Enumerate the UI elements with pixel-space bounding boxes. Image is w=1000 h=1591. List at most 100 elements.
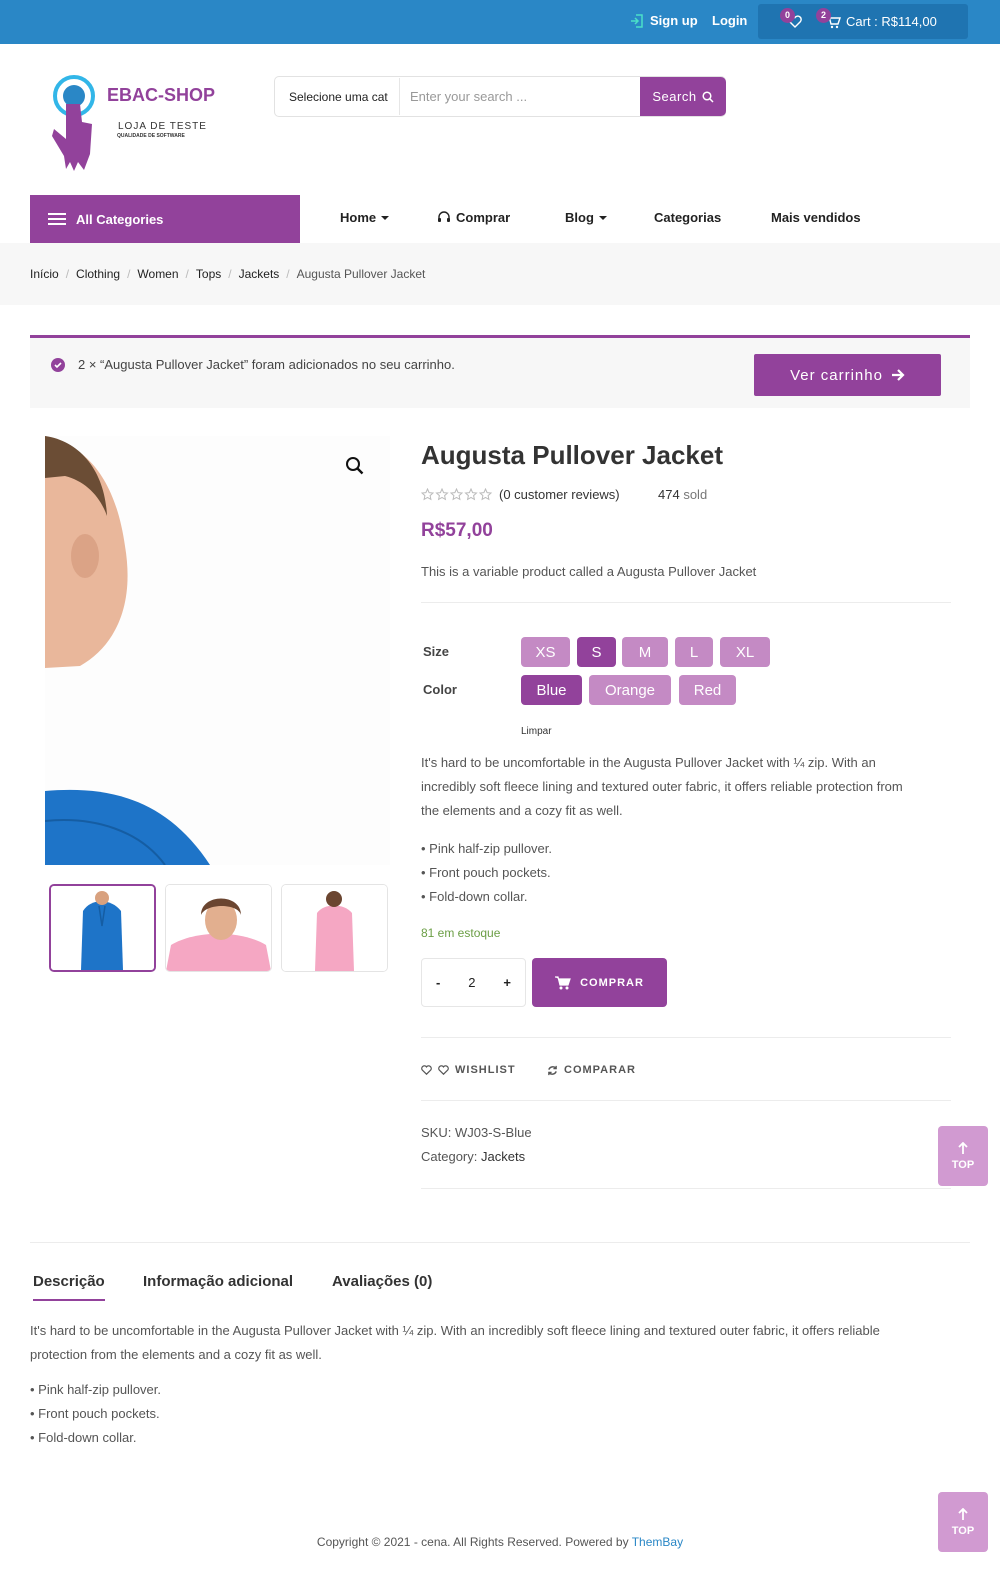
feature-item: • Pink half-zip pullover. [30,1382,162,1397]
back-to-top-button[interactable]: TOP [938,1126,988,1186]
arrow-right-icon [891,369,905,381]
size-option-xs[interactable]: XS [521,637,570,667]
add-to-cart-label: COMPRAR [580,976,644,989]
breadcrumb-item[interactable]: Women [137,267,178,281]
qty-plus-button[interactable]: + [503,975,511,990]
tab-avaliacoes[interactable]: Avaliações (0) [332,1273,432,1290]
cart-icon [555,975,571,989]
refresh-icon [548,1065,557,1075]
qty-value[interactable]: 2 [468,975,475,990]
nav-home[interactable]: Home [340,210,390,225]
search-button[interactable]: Search [640,77,726,116]
view-cart-button[interactable]: Ver carrinho [754,354,941,396]
cart-box[interactable]: 0 2 Cart : R$114,00 [758,4,968,39]
wishlist-button[interactable]: WISHLIST [421,1064,516,1076]
category-label: Category: [421,1149,478,1164]
clear-selection-link[interactable]: Limpar [521,726,552,737]
sold-count: 474 sold [658,487,707,502]
description-line: the elements and a cozy fit as well. [421,803,623,818]
color-label: Color [423,682,457,697]
divider [421,602,951,603]
signup-link[interactable]: Sign up [630,13,698,28]
product-thumbnail[interactable] [49,884,156,972]
feature-item: • Front pouch pockets. [421,865,551,880]
color-option-orange[interactable]: Orange [589,675,671,705]
compare-label: COMPARAR [564,1064,636,1076]
all-categories-label: All Categories [76,211,164,227]
product-thumbnail[interactable] [281,884,388,972]
nav-mais-vendidos-label: Mais vendidos [771,210,861,225]
divider [421,1188,951,1189]
nav-categorias-label: Categorias [654,210,722,225]
product-thumbnail[interactable] [165,884,272,972]
qty-minus-button[interactable]: - [436,975,440,990]
compare-button[interactable]: COMPARAR [547,1064,636,1076]
cart-badge: 2 [816,8,831,23]
search-bar: Selecione uma cat Search [274,76,726,117]
nav-comprar[interactable]: Comprar [437,210,510,225]
chevron-down-icon [598,215,607,220]
size-option-s[interactable]: S [577,637,616,667]
thembay-link[interactable]: ThemBay [632,1535,683,1549]
quantity-stepper: - 2 + [421,958,526,1007]
signin-icon [631,13,643,28]
tab-informacao-adicional[interactable]: Informação adicional [143,1273,293,1290]
breadcrumb-item[interactable]: Tops [196,267,221,281]
nav-mais-vendidos[interactable]: Mais vendidos [771,210,861,225]
category-link[interactable]: Jackets [481,1149,525,1164]
breadcrumb-item[interactable]: Clothing [76,267,120,281]
login-link[interactable]: Login [712,13,747,28]
description-line: incredibly soft fleece lining and textur… [421,779,903,794]
tab-descricao[interactable]: Descrição [33,1273,105,1301]
sku-value: WJ03-S-Blue [454,1125,532,1140]
cart-total: Cart : R$114,00 [846,14,937,29]
sold-number: 474 [658,487,680,502]
wishlist-label: WISHLIST [455,1064,516,1076]
color-option-red[interactable]: Red [679,675,736,705]
menu-icon [48,213,66,225]
logo[interactable]: EBAC-SHOP LOJA DE TESTE QUALIDADE DE SOF… [40,68,240,178]
add-to-cart-button[interactable]: COMPRAR [532,958,667,1007]
top-label: TOP [951,1158,975,1171]
feature-list: • Pink half-zip pullover. • Front pouch … [421,837,552,909]
top-bar: Sign up Login 0 2 Cart : R$114,00 [0,0,1000,44]
wishlist-badge: 0 [780,8,795,23]
notice-text: 2 × “Augusta Pullover Jacket” foram adic… [78,357,455,372]
product-description: It's hard to be uncomfortable in the Aug… [421,751,903,823]
headset-icon [438,211,450,222]
search-input[interactable] [399,78,633,115]
arrow-up-icon [958,1507,968,1520]
sku: SKU: WJ03-S-Blue [421,1125,532,1140]
heart-icon [438,1065,449,1075]
breadcrumb-item[interactable]: Jackets [239,267,280,281]
logo-hand-icon [52,75,95,171]
arrow-up-icon [958,1141,968,1154]
chevron-down-icon [381,215,390,220]
size-option-l[interactable]: L [675,637,713,667]
size-option-m[interactable]: M [622,637,668,667]
search-icon [702,90,714,103]
feature-item: • Front pouch pockets. [30,1406,160,1421]
logo-subtitle: LOJA DE TESTE [118,121,207,132]
product-main-image[interactable] [45,436,390,865]
nav-categorias[interactable]: Categorias [654,210,721,225]
description-line: It's hard to be uncomfortable in the Aug… [30,1323,880,1338]
logo-tagline: QUALIDADE DE SOFTWARE [117,133,185,139]
signup-label: Sign up [650,13,698,28]
zoom-icon[interactable] [345,456,365,479]
product-photo [45,436,390,865]
nav-home-label: Home [340,210,377,225]
search-category-select[interactable]: Selecione uma cat [289,90,388,104]
product-price: R$57,00 [421,520,493,541]
size-option-xl[interactable]: XL [720,637,770,667]
breadcrumb-item[interactable]: Início [30,267,59,281]
check-circle-icon [51,358,65,372]
color-option-blue[interactable]: Blue [521,675,582,705]
logo-title: EBAC-SHOP [107,85,216,105]
divider [421,1100,951,1101]
reviews-link[interactable]: (0 customer reviews) [499,487,620,502]
all-categories-button[interactable]: All Categories [30,195,300,243]
nav-blog[interactable]: Blog [565,210,607,225]
description-line: It's hard to be uncomfortable in the Aug… [421,755,876,770]
nav-blog-label: Blog [565,210,594,225]
